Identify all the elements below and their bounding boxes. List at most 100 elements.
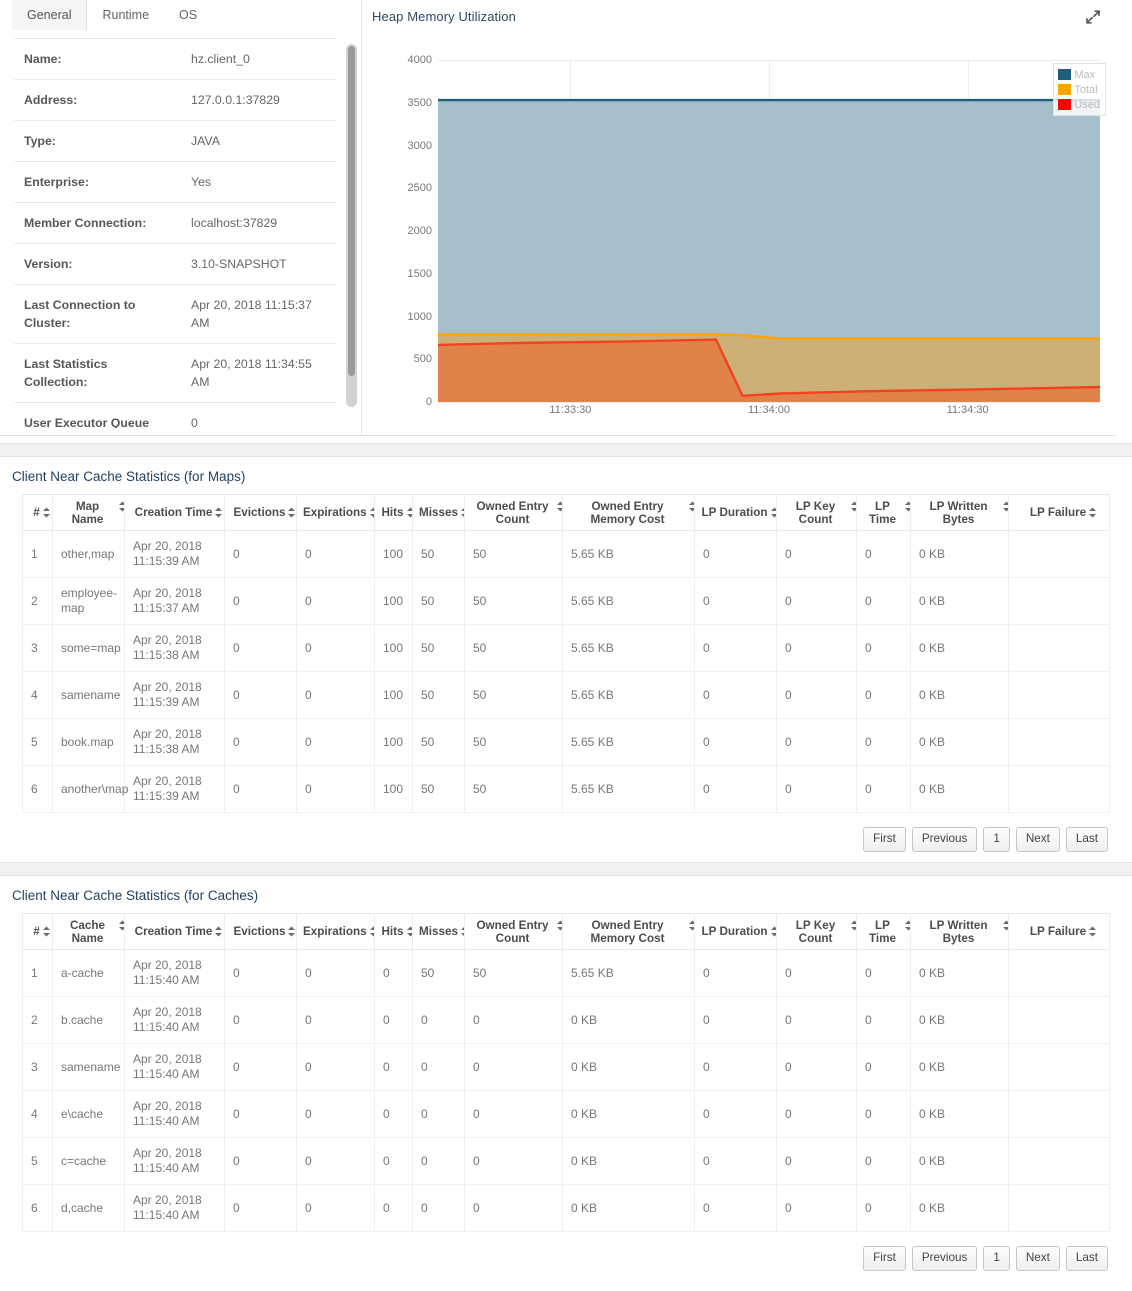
client-info-value: Apr 20, 2018 11:34:55 AM [191, 357, 312, 389]
legend-label: Used [1074, 98, 1100, 111]
pagination-previous[interactable]: Previous [911, 827, 978, 852]
column-header[interactable]: LP Key Count [776, 494, 857, 531]
tab-general[interactable]: General [12, 0, 88, 30]
cell-misses: 50 [412, 718, 465, 766]
column-header[interactable]: Owned Entry Count [464, 913, 563, 950]
heap-memory-chart-panel: Heap Memory Utilization 0 500 1000 1500 2000… [362, 0, 1116, 436]
table-row[interactable]: 5 book.map Apr 20, 2018 11:15:38 AM 0 0 100 50… [22, 718, 1110, 766]
column-header[interactable]: Hits [374, 913, 413, 950]
pagination-1[interactable]: 1 [983, 827, 1010, 852]
sort-toggle-icon[interactable] [287, 926, 296, 937]
pagination-next[interactable]: Next [1015, 1246, 1060, 1271]
column-header[interactable]: Creation Time [124, 913, 225, 950]
column-header[interactable]: Cache Name [52, 913, 125, 950]
table-row[interactable]: 2 employee-map Apr 20, 2018 11:15:37 AM 0 0 1… [22, 577, 1110, 625]
sort-toggle-icon[interactable] [1088, 926, 1097, 937]
table-row[interactable]: 6 another\map Apr 20, 2018 11:15:39 AM 0 0 10… [22, 765, 1110, 813]
table-row[interactable]: 3 samename Apr 20, 2018 11:15:40 AM 0 0 0 0 0 0 … [22, 1043, 1110, 1091]
tab-runtime[interactable]: Runtime [87, 0, 164, 30]
column-header[interactable]: # [22, 494, 53, 531]
column-header[interactable]: Expirations [296, 913, 375, 950]
column-header[interactable]: Owned Entry Count [464, 494, 563, 531]
cell-lp_duration: 0 [694, 530, 777, 578]
client-info-key: Address: [24, 93, 78, 107]
cell-misses: 0 [412, 1043, 465, 1091]
expand-icon[interactable] [1084, 8, 1102, 26]
pagination-next[interactable]: Next [1015, 827, 1060, 852]
sort-toggle-icon[interactable] [42, 926, 51, 937]
cell-created: Apr 20, 2018 11:15:40 AM [124, 1043, 225, 1091]
table-row[interactable]: 1 a-cache Apr 20, 2018 11:15:40 AM 0 0 0 50 50 5… [22, 949, 1110, 997]
column-header[interactable]: LP Duration [694, 913, 777, 950]
sort-toggle-icon[interactable] [1088, 507, 1097, 518]
cell-lp_duration: 0 [694, 949, 777, 997]
cell-name: employee-map [52, 577, 125, 625]
sort-toggle-icon[interactable] [214, 926, 223, 937]
legend-item-used[interactable]: Used [1058, 97, 1100, 112]
pagination-previous[interactable]: Previous [911, 1246, 978, 1271]
column-header[interactable]: Owned Entry Memory Cost [562, 913, 695, 950]
column-header[interactable]: Owned Entry Memory Cost [562, 494, 695, 531]
sort-toggle-icon[interactable] [770, 926, 777, 937]
cell-lp_written: 0 KB [910, 1137, 1009, 1185]
column-header[interactable]: LP Duration [694, 494, 777, 531]
sort-toggle-icon[interactable] [406, 507, 413, 518]
column-header[interactable]: LP Failure [1008, 494, 1110, 531]
column-header-label: LP Duration [701, 506, 776, 519]
pagination-1[interactable]: 1 [983, 1246, 1010, 1271]
cell-expirations: 0 [296, 1090, 375, 1138]
legend-item-max[interactable]: Max [1058, 67, 1100, 82]
cell-lp_key_count: 0 [776, 624, 857, 672]
sort-toggle-icon[interactable] [42, 507, 51, 518]
column-header[interactable]: Misses [412, 913, 465, 950]
cell-hits: 0 [374, 1043, 413, 1091]
client-info-scrollbar[interactable] [346, 44, 357, 407]
column-header[interactable]: Evictions [224, 913, 297, 950]
table-row[interactable]: 4 e\cache Apr 20, 2018 11:15:40 AM 0 0 0 0 0 0 K… [22, 1090, 1110, 1138]
table-row[interactable]: 4 samename Apr 20, 2018 11:15:39 AM 0 0 100 50… [22, 671, 1110, 719]
sort-toggle-icon[interactable] [287, 507, 296, 518]
column-header[interactable]: LP Written Bytes [910, 494, 1009, 531]
column-header[interactable]: # [22, 913, 53, 950]
column-header[interactable]: Creation Time [124, 494, 225, 531]
pagination-last[interactable]: Last [1065, 1246, 1108, 1271]
sort-toggle-icon[interactable] [770, 507, 777, 518]
table-row[interactable]: 6 d,cache Apr 20, 2018 11:15:40 AM 0 0 0 0 0 0 K… [22, 1184, 1110, 1232]
pagination-last[interactable]: Last [1065, 827, 1108, 852]
column-header[interactable]: LP Key Count [776, 913, 857, 950]
table-row[interactable]: 3 some=map Apr 20, 2018 11:15:38 AM 0 0 100 50… [22, 624, 1110, 672]
column-header[interactable]: LP Written Bytes [910, 913, 1009, 950]
column-header[interactable]: Expirations [296, 494, 375, 531]
cell-lp_failure [1008, 949, 1110, 997]
cell-lp_time: 0 [856, 671, 911, 719]
maps-table-header-row: # Map Name Creation Time Evictions Expiratio… [22, 494, 1110, 531]
table-row[interactable]: 1 other,map Apr 20, 2018 11:15:39 AM 0 0 100 5… [22, 530, 1110, 578]
client-info-tabs: General Runtime OS [0, 0, 361, 30]
column-header[interactable]: LP Time [856, 494, 911, 531]
table-row[interactable]: 2 b.cache Apr 20, 2018 11:15:40 AM 0 0 0 0 0 0 K… [22, 996, 1110, 1044]
chart-legend: Max Total Used [1053, 63, 1106, 116]
pagination-first[interactable]: First [863, 827, 906, 852]
cell-name: another\map [52, 765, 128, 813]
cell-idx: 1 [22, 949, 53, 997]
column-header[interactable]: Misses [412, 494, 465, 531]
column-header[interactable]: Hits [374, 494, 413, 531]
cell-owned_cost: 0 KB [562, 1043, 695, 1091]
pagination-first[interactable]: First [863, 1246, 906, 1271]
cell-name: other,map [52, 530, 125, 578]
cell-expirations: 0 [296, 577, 375, 625]
cell-owned_cost: 5.65 KB [562, 624, 695, 672]
sort-toggle-icon[interactable] [406, 926, 413, 937]
cell-idx: 2 [22, 577, 53, 625]
legend-item-total[interactable]: Total [1058, 82, 1100, 97]
table-row[interactable]: 5 c=cache Apr 20, 2018 11:15:40 AM 0 0 0 0 0 0 K… [22, 1137, 1110, 1185]
scrollbar-thumb[interactable] [348, 46, 355, 376]
tab-os[interactable]: OS [164, 0, 212, 30]
column-header[interactable]: LP Time [856, 913, 911, 950]
column-header[interactable]: Map Name [52, 494, 125, 531]
column-header[interactable]: LP Failure [1008, 913, 1110, 950]
column-header-label: Creation Time [135, 506, 223, 519]
column-header[interactable]: Evictions [224, 494, 297, 531]
sort-toggle-icon[interactable] [214, 507, 223, 518]
cell-owned_count: 50 [464, 530, 563, 578]
